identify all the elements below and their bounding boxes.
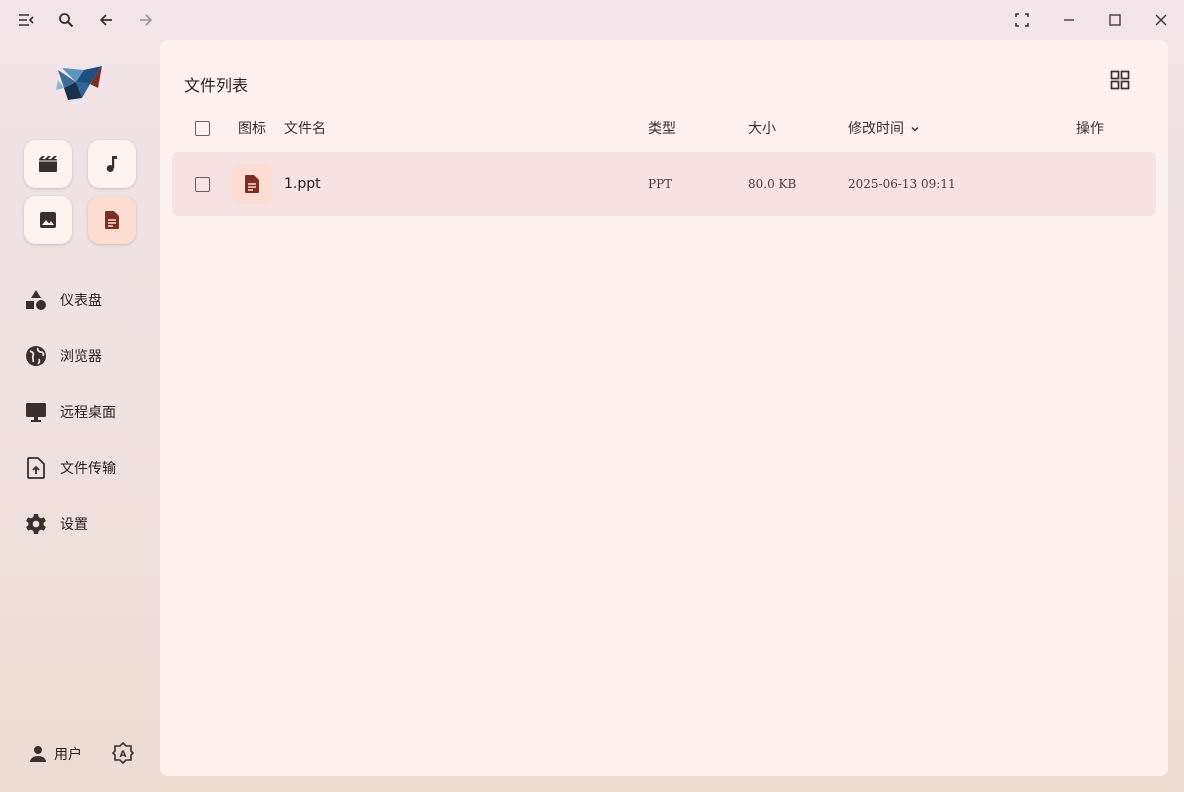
quick-document-button[interactable] — [88, 196, 136, 244]
file-upload-icon — [22, 454, 50, 482]
nav-item-browser[interactable]: 浏览器 — [22, 338, 152, 374]
quick-video-button[interactable] — [24, 140, 72, 188]
column-header-modified-label: 修改时间 — [848, 121, 904, 137]
page-title: 文件列表 — [184, 76, 249, 95]
file-name[interactable]: 1.ppt — [284, 152, 321, 216]
nav-label: 仪表盘 — [60, 293, 102, 309]
globe-icon — [22, 342, 50, 370]
nav-item-file-transfer[interactable]: 文件传输 — [22, 450, 152, 486]
nav-label: 远程桌面 — [60, 405, 116, 421]
back-arrow-icon[interactable] — [92, 6, 120, 34]
search-icon[interactable] — [52, 6, 80, 34]
column-header-modified[interactable]: 修改时间 — [848, 120, 920, 138]
nav-item-dashboard[interactable]: 仪表盘 — [22, 282, 152, 318]
auto-theme-icon[interactable]: A — [110, 740, 136, 766]
minimize-icon[interactable] — [1055, 6, 1083, 34]
nav-item-settings[interactable]: 设置 — [22, 506, 152, 542]
column-header-name[interactable]: 文件名 — [284, 120, 326, 138]
select-all-checkbox[interactable] — [195, 121, 210, 136]
table-row[interactable]: 1.ppt PPT 80.0 KB 2025-06-13 09:11 — [172, 152, 1156, 216]
shapes-icon — [22, 286, 50, 314]
nav-item-remote-desktop[interactable]: 远程桌面 — [22, 394, 152, 430]
file-size: 80.0 KB — [748, 177, 797, 191]
sidebar: 仪表盘 浏览器 远程桌面 文件传输 设置 用户 A — [0, 40, 160, 792]
svg-text:A: A — [120, 750, 127, 760]
nav-label: 浏览器 — [60, 349, 102, 365]
close-icon[interactable] — [1147, 6, 1175, 34]
quick-music-button[interactable] — [88, 140, 136, 188]
image-icon — [40, 212, 56, 228]
user-button[interactable]: 用户 — [28, 742, 82, 766]
quick-image-button[interactable] — [24, 196, 72, 244]
gear-icon — [22, 510, 50, 538]
forward-arrow-icon[interactable] — [132, 6, 160, 34]
chevron-down-icon — [911, 126, 919, 132]
row-checkbox[interactable] — [195, 177, 210, 192]
person-icon — [30, 746, 46, 762]
title-bar — [0, 0, 1184, 40]
column-header-actions: 操作 — [1076, 121, 1104, 137]
file-list-panel: 文件列表 图标 文件名 类型 大小 修改时间 操作 1.ppt PPT 80.0… — [160, 40, 1168, 776]
movie-icon — [39, 156, 57, 172]
origami-bird-logo — [54, 62, 106, 104]
column-header-size[interactable]: 大小 — [748, 120, 776, 138]
column-header-type[interactable]: 类型 — [648, 120, 676, 138]
monitor-icon — [22, 398, 50, 426]
file-type-badge — [232, 164, 272, 204]
user-label: 用户 — [54, 747, 82, 763]
fullscreen-icon[interactable] — [1008, 6, 1036, 34]
maximize-icon[interactable] — [1101, 6, 1129, 34]
grid-view-icon[interactable] — [1106, 66, 1134, 94]
document-icon — [105, 211, 119, 229]
nav-label: 设置 — [60, 517, 88, 533]
music-note-icon — [106, 156, 117, 172]
menu-collapse-icon[interactable] — [12, 6, 40, 34]
file-type: PPT — [648, 177, 673, 191]
column-header-icon: 图标 — [238, 121, 266, 137]
nav-label: 文件传输 — [60, 461, 116, 477]
document-icon — [245, 175, 259, 193]
file-modified: 2025-06-13 09:11 — [848, 177, 956, 191]
